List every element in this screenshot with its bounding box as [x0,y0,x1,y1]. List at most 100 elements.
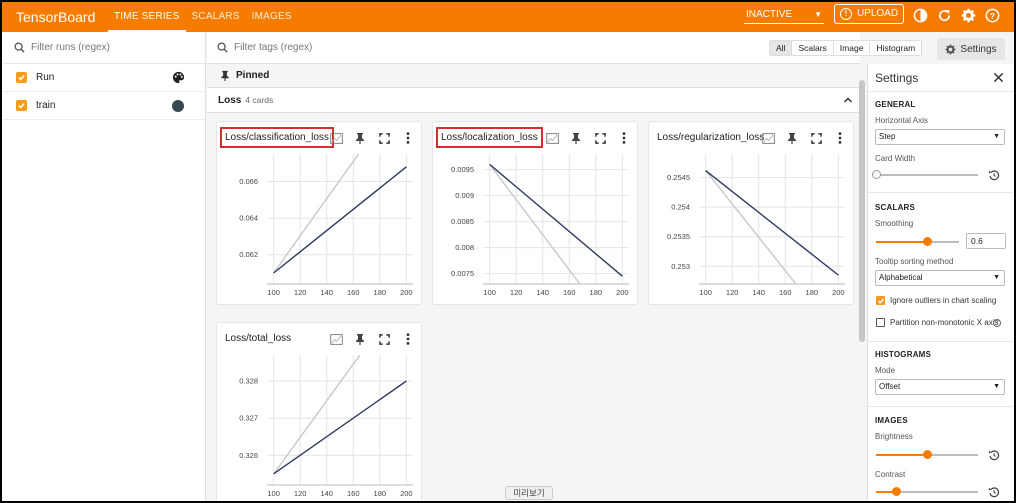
x-tick-label: 120 [294,489,307,498]
preview-label: 미리보기 [505,486,553,500]
x-tick-label: 160 [347,288,360,297]
smoothing-slider-knob[interactable] [923,237,932,246]
series-line [489,163,623,277]
x-tick-label: 160 [779,288,792,297]
fit-domain-icon[interactable] [761,131,775,145]
x-tick-label: 100 [483,288,496,297]
runs-filter[interactable]: Filter runs (regex) [2,32,205,64]
card-actions [329,131,415,145]
refresh-icon[interactable] [936,7,952,23]
more-vert-icon[interactable] [833,131,847,145]
main-scrollbar[interactable] [859,80,865,342]
series-line [273,355,361,475]
y-tick-label: 0.253 [671,262,690,271]
settings-title: Settings [875,71,919,85]
chevron-down-icon: ▼ [993,133,1000,140]
x-tick-label: 180 [374,489,387,498]
reset-icon[interactable] [988,486,1000,498]
fullscreen-icon[interactable] [809,131,823,145]
series-line [705,169,839,276]
scalar-card: Loss/localization_loss 100 120 140 160 180 20… [432,121,638,305]
tensorboard-window: TensorBoard TIME SERIES SCALARS IMAGES I… [2,2,1014,501]
scalars-heading: SCALARS [875,203,916,212]
partition-checkbox[interactable] [876,318,885,327]
pin-icon[interactable] [569,131,583,145]
scalar-chart[interactable]: 100 120 140 160 180 200 0.326 0.327 0.328 [223,353,419,501]
x-tick-label: 140 [536,288,549,297]
more-vert-icon[interactable] [401,332,415,346]
help-icon[interactable]: ? [993,319,1001,327]
tab-scalars[interactable]: SCALARS [186,2,246,32]
general-heading: GENERAL [875,100,916,109]
plugin-select[interactable]: INACTIVE ▼ [744,6,824,24]
contrast-slider-knob[interactable] [891,487,901,496]
x-tick-label: 180 [590,288,603,297]
run-checkbox[interactable] [16,72,27,83]
run-label: Run [36,72,55,83]
fullscreen-icon[interactable] [377,332,391,346]
pin-icon[interactable] [785,131,799,145]
histograms-heading: HISTOGRAMS [875,350,932,359]
fit-domain-icon[interactable] [329,332,343,346]
fullscreen-icon[interactable] [593,131,607,145]
y-tick-label: 0.009 [455,191,474,200]
scalar-chart[interactable]: 100 120 140 160 180 200 0.253 0.2535 0.254 0.2545 [655,152,851,302]
x-tick-label: 100 [267,489,280,498]
run-row[interactable]: train [2,92,205,120]
type-button-image[interactable]: Image [832,41,870,55]
scalar-chart[interactable]: 100 120 140 160 180 200 0.062 0.064 0.066 [223,152,419,302]
upload-info-icon: ! [839,8,852,20]
brightness-slider-knob[interactable] [922,450,932,459]
chevron-up-icon[interactable] [842,94,854,109]
smoothing-label: Smoothing [875,219,914,228]
tooltip-sort-select[interactable]: Alphabetical ▼ [875,270,1005,286]
horizontal-axis-select[interactable]: Step ▼ [875,129,1005,145]
fit-domain-icon[interactable] [329,131,343,145]
run-checkbox[interactable] [16,100,27,111]
x-tick-label: 200 [832,288,845,297]
pin-icon[interactable] [353,131,367,145]
pin-icon[interactable] [353,332,367,346]
y-tick-label: 0.326 [239,451,258,460]
run-row[interactable]: Run [2,64,205,92]
card-group-header[interactable]: Loss 4 cards [207,87,860,113]
card-title: Loss/regularization_loss [657,132,765,143]
more-vert-icon[interactable] [617,131,631,145]
series-line [705,170,797,284]
reset-icon[interactable] [988,449,1000,461]
card-width-slider-knob[interactable] [871,170,881,179]
palette-icon[interactable] [172,71,185,87]
x-tick-label: 180 [806,288,819,297]
runs-filter-placeholder: Filter runs (regex) [31,42,110,53]
histogram-mode-select[interactable]: Offset ▼ [875,379,1005,395]
brightness-slider-fill [876,454,927,456]
scalar-card: Loss/regularization_loss 100 120 140 160 180… [648,121,854,305]
fullscreen-icon[interactable] [377,131,391,145]
y-tick-label: 0.2545 [667,173,690,182]
tag-filter-bar: Filter tags (regex) All Scalars Image Hi… [207,32,923,64]
ignore-outliers-checkbox[interactable] [876,296,885,305]
scalar-chart[interactable]: 100 120 140 160 180 200 0.0075 0.008 0.0085 0.009… [439,152,635,302]
tab-time-series[interactable]: TIME SERIES [108,2,186,32]
gear-icon[interactable] [960,7,976,23]
smoothing-input[interactable]: 0.6 [966,233,1006,249]
settings-toggle-button[interactable]: Settings [937,38,1005,60]
theme-icon[interactable] [912,7,928,23]
close-icon[interactable] [993,72,1004,86]
type-button-all[interactable]: All [770,41,792,55]
tag-filter[interactable]: Filter tags (regex) [207,42,762,53]
horizontal-axis-value: Step [879,132,896,141]
card-width-slider[interactable] [876,174,978,176]
fit-domain-icon[interactable] [545,131,559,145]
upload-button[interactable]: ! UPLOAD [834,4,904,24]
tab-images[interactable]: IMAGES [246,2,298,32]
y-tick-label: 0.327 [239,414,258,423]
more-vert-icon[interactable] [401,131,415,145]
type-button-scalars[interactable]: Scalars [791,41,833,55]
help-icon[interactable]: ? [984,7,1000,23]
y-tick-label: 0.254 [671,203,690,212]
tooltip-sort-value: Alphabetical [879,273,923,282]
type-button-histogram[interactable]: Histogram [869,41,922,55]
reset-icon[interactable] [988,169,1000,181]
run-color-swatch[interactable] [172,100,184,112]
